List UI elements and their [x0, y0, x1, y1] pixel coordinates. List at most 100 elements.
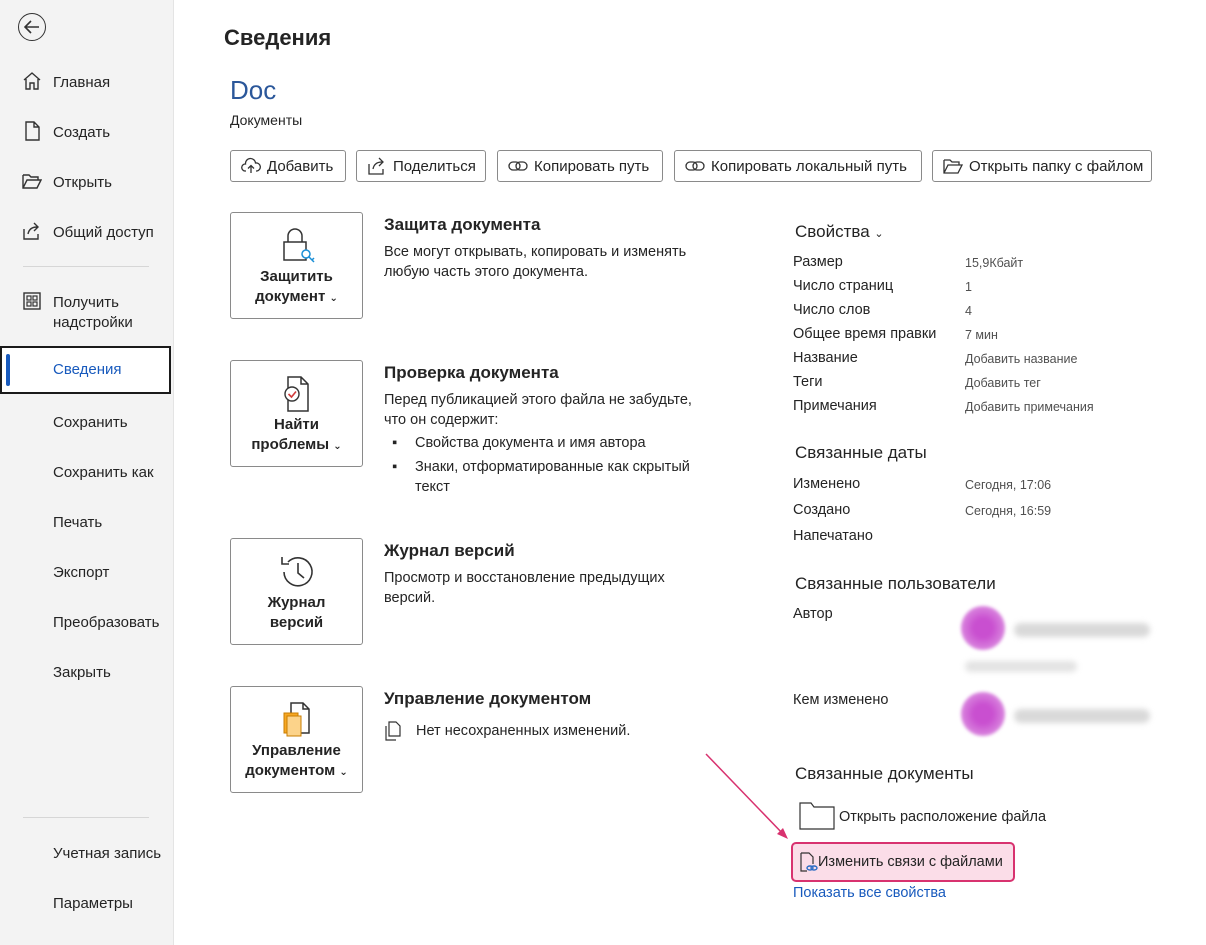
open-folder-button-label: Открыть папку с файлом	[969, 157, 1144, 175]
add-comments-field[interactable]: Добавить примечания	[965, 400, 1094, 414]
edit-links-button[interactable]: Изменить связи с файлами	[794, 846, 1012, 878]
folder-icon	[799, 802, 835, 830]
nav-transform-label: Преобразовать	[53, 614, 160, 631]
nav-close-label: Закрыть	[53, 664, 111, 681]
prop-key: Примечания	[793, 398, 877, 414]
nav-home-label: Главная	[53, 74, 111, 91]
prop-value: 7 мин	[965, 328, 998, 342]
open-file-location-button[interactable]: Открыть расположение файла	[797, 800, 1137, 832]
nav-print-label: Печать	[53, 514, 103, 531]
copy-local-path-button[interactable]: Копировать локальный путь	[674, 150, 922, 182]
chevron-down-icon: ⌄	[339, 767, 348, 778]
page-title: Сведения	[224, 25, 332, 50]
author-avatar[interactable]	[961, 606, 1005, 650]
add-button[interactable]: Добавить	[230, 150, 346, 182]
version-history-label: Журнал версий	[231, 593, 362, 633]
new-document-icon	[25, 121, 40, 141]
inspect-label-line2: проблемы	[251, 436, 330, 453]
nav-divider	[23, 266, 149, 267]
document-manage-icon	[283, 702, 310, 737]
nav-save-label: Сохранить	[53, 414, 128, 431]
related-people-header: Связанные пользователи	[795, 574, 996, 593]
date-key: Напечатано	[793, 528, 873, 544]
prop-key: Общее время правки	[793, 326, 937, 342]
back-button[interactable]	[18, 13, 46, 41]
nav-share-label: Общий доступ	[53, 224, 154, 241]
edit-links-label: Изменить связи с файлами	[818, 854, 1003, 870]
inspect-bullet-2: Знаки, отформатированные как скрытый тек…	[415, 459, 690, 495]
versions-section-text: Просмотр и восстановление предыдущих вер…	[384, 570, 665, 606]
link-icon	[508, 161, 528, 171]
addins-grid-icon	[23, 292, 41, 310]
manage-label-line2: документом	[245, 762, 336, 779]
nav-open-label: Открыть	[53, 174, 112, 191]
protect-document-label: Защитить документ ⌄	[231, 267, 362, 309]
manage-document-label: Управление документом ⌄	[231, 741, 362, 783]
inspect-bullet-1: Свойства документа и имя автора	[415, 435, 646, 451]
cloud-upload-icon	[241, 157, 261, 173]
open-file-location-label: Открыть расположение файла	[839, 809, 1047, 825]
lock-key-icon	[283, 228, 315, 263]
add-button-label: Добавить	[267, 157, 334, 175]
nav-get-addins[interactable]: Получить надстройки	[0, 291, 173, 335]
protect-document-button[interactable]: Защитить документ ⌄	[230, 212, 363, 319]
link-icon	[685, 161, 705, 171]
add-title-field[interactable]: Добавить название	[965, 352, 1077, 366]
manage-section-title: Управление документом	[384, 689, 592, 708]
nav-divider-bottom	[23, 817, 149, 818]
prop-key: Название	[793, 350, 858, 366]
prop-value: 1	[965, 280, 972, 294]
document-location: Документы	[230, 112, 303, 128]
check-issues-button[interactable]: Найти проблемы ⌄	[230, 360, 363, 467]
properties-dropdown[interactable]: Свойства ⌄	[795, 222, 884, 242]
version-history-button[interactable]: Журнал версий	[230, 538, 363, 645]
prop-value: 4	[965, 304, 972, 318]
chevron-down-icon: ⌄	[333, 441, 342, 452]
bullet-icon: ▪	[392, 459, 398, 475]
inspect-section-title: Проверка документа	[384, 363, 559, 382]
protect-label-line1: Защитить	[260, 268, 333, 285]
inspect-label-line1: Найти	[274, 416, 319, 433]
nav-get-addins-label-1: Получить	[53, 294, 119, 311]
history-clock-icon	[281, 557, 313, 587]
check-issues-label: Найти проблемы ⌄	[231, 415, 362, 457]
share-button[interactable]: Поделиться	[356, 150, 486, 182]
modified-by-name-redacted	[1014, 709, 1150, 723]
document-check-icon	[284, 376, 309, 412]
manage-document-button[interactable]: Управление документом ⌄	[230, 686, 363, 793]
copy-path-button[interactable]: Копировать путь	[497, 150, 663, 182]
prop-key: Число слов	[793, 302, 871, 318]
nav-account-label: Учетная запись	[53, 845, 162, 862]
document-link-icon	[800, 852, 818, 872]
add-author-redacted	[965, 661, 1077, 672]
chevron-down-icon: ⌄	[874, 228, 884, 240]
open-folder-button[interactable]: Открыть папку с файлом	[932, 150, 1152, 182]
nav-info[interactable]: Сведения	[0, 346, 171, 394]
prop-key: Размер	[793, 254, 843, 270]
prop-value: 15,9Кбайт	[965, 256, 1024, 270]
protect-section-text: Все могут открывать, копировать и изменя…	[384, 244, 687, 280]
date-key: Изменено	[793, 476, 861, 492]
date-key: Создано	[793, 502, 851, 518]
backstage-sidebar: Главная Создать Открыть Общий доступ Пол…	[0, 0, 174, 945]
versions-label-line1: Журнал	[267, 594, 326, 611]
nav-get-addins-label-2: надстройки	[53, 314, 133, 331]
inspect-section-text: Перед публикацией этого файла не забудьт…	[384, 392, 692, 428]
folder-open-icon	[943, 159, 963, 174]
nav-save-as-label: Сохранить как	[53, 464, 154, 481]
protect-label-line2: документ	[255, 288, 326, 305]
info-main: Сведения Doc Документы Добавить Поделить…	[174, 0, 1206, 945]
show-all-properties-link[interactable]: Показать все свойства	[793, 885, 946, 901]
nav-new-label: Создать	[53, 124, 111, 141]
document-name: Doc	[230, 75, 277, 105]
related-dates-header: Связанные даты	[795, 443, 927, 462]
copy-local-path-button-label: Копировать локальный путь	[711, 157, 907, 175]
author-label: Автор	[793, 606, 833, 622]
versions-label-line2: версий	[269, 614, 324, 631]
date-value: Сегодня, 17:06	[965, 478, 1052, 492]
add-tag-field[interactable]: Добавить тег	[965, 376, 1041, 390]
modified-by-label: Кем изменено	[793, 692, 889, 708]
modified-by-avatar[interactable]	[961, 692, 1005, 736]
related-docs-header: Связанные документы	[795, 764, 974, 783]
prop-key: Число страниц	[793, 278, 894, 294]
